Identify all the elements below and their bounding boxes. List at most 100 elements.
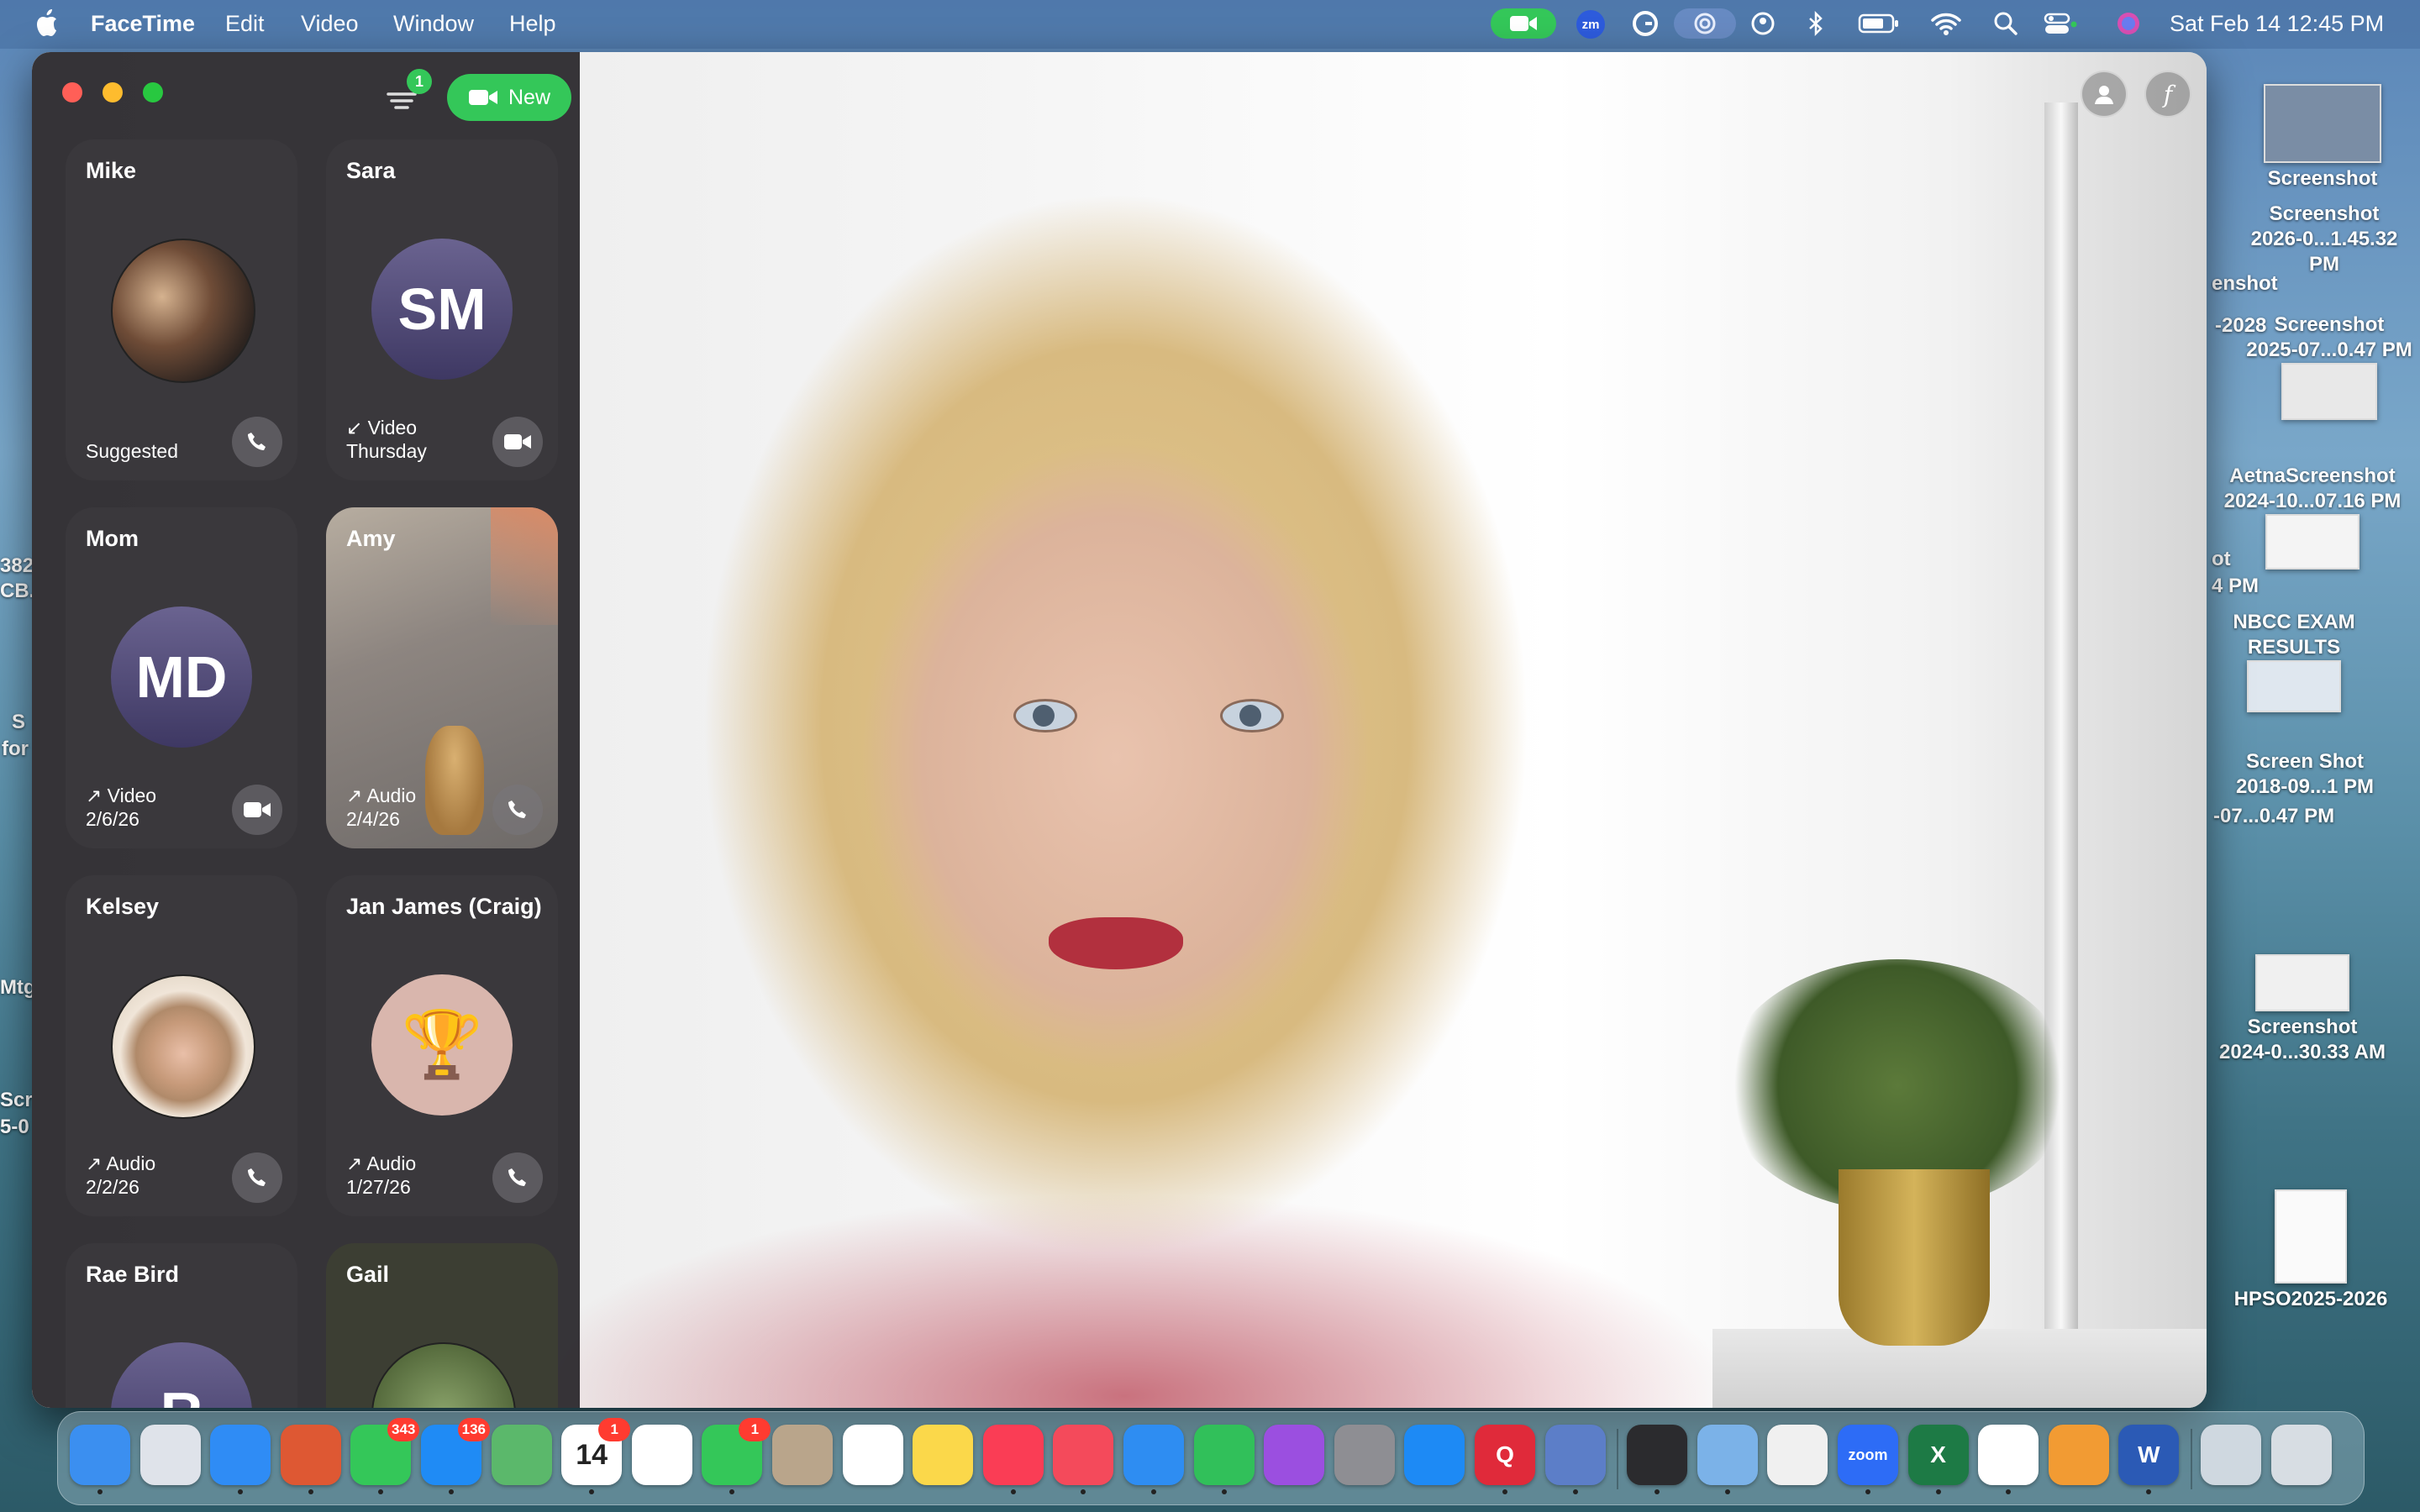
dock-system-settings-icon[interactable]: [1334, 1425, 1395, 1485]
zoom-window-button[interactable]: [143, 82, 163, 102]
dock-calendar-icon[interactable]: 14 1: [561, 1418, 631, 1485]
video-icon[interactable]: [232, 785, 282, 835]
dock-contacts-icon[interactable]: [772, 1425, 833, 1485]
file-thumbnail: [2264, 84, 2381, 163]
dock-finder-icon[interactable]: [70, 1425, 130, 1485]
control-center-icon[interactable]: [2044, 8, 2081, 39]
battery-icon[interactable]: [1857, 8, 1901, 39]
zoom-menu-icon[interactable]: zm: [1576, 10, 1605, 39]
video-icon[interactable]: [492, 417, 543, 467]
dock-preview-icon[interactable]: [1697, 1425, 1758, 1485]
dock-maps-icon[interactable]: [491, 1425, 552, 1485]
dock-photos-icon[interactable]: [631, 1425, 692, 1485]
contact-tile-rae-bird[interactable]: Rae Bird R: [66, 1243, 297, 1408]
dock-word-icon[interactable]: W: [2118, 1425, 2180, 1485]
dock-messages-icon[interactable]: 343: [350, 1418, 420, 1485]
dock-quicken-icon[interactable]: Q: [1475, 1425, 1535, 1485]
dock-reminders-icon[interactable]: [842, 1425, 903, 1485]
dock-icon-label: 14: [576, 1438, 608, 1471]
contact-tile-kelsey[interactable]: Kelsey ↗ Audio 2/2/26: [66, 875, 297, 1216]
file-name: NBCC EXAM: [2233, 611, 2355, 633]
contact-tile-sara[interactable]: Sara SM ↙ Video Thursday: [326, 139, 558, 480]
desktop-file[interactable]: Screenshot 2024-0...30.33 AM: [2202, 954, 2403, 1065]
close-window-button[interactable]: [62, 82, 82, 102]
desktop-edge-text: S: [12, 711, 26, 733]
effects-icon[interactable]: f: [2144, 71, 2191, 118]
notification-badge: 136: [457, 1418, 490, 1441]
desktop-file[interactable]: Screen Shot 2018-09...1 PM: [2208, 749, 2402, 800]
avatar-initials: MD: [111, 606, 252, 748]
phone-icon[interactable]: [492, 785, 543, 835]
contact-name: Amy: [346, 526, 396, 551]
siri-icon[interactable]: [2114, 8, 2143, 39]
menu-app-name[interactable]: FaceTime: [91, 11, 195, 37]
contact-tile-amy[interactable]: Amy ↗ Audio 2/4/26: [326, 507, 558, 848]
dock-safari-icon[interactable]: [210, 1425, 271, 1485]
desktop-file[interactable]: NBCC EXAM RESULTS: [2218, 610, 2370, 716]
dock-news-icon[interactable]: [1053, 1425, 1114, 1485]
file-name: Screenshot: [2267, 167, 2378, 190]
wifi-icon[interactable]: [1929, 8, 1963, 39]
contact-name: Rae Bird: [86, 1262, 180, 1287]
desktop-edge-text: Mtg: [0, 976, 36, 999]
dock-mail-icon[interactable]: 136: [421, 1418, 490, 1485]
plant-pot-background: [1839, 1169, 1990, 1346]
menu-edit[interactable]: Edit: [225, 11, 265, 37]
desktop-file[interactable]: AetnaScreenshot 2024-10...07.16 PM: [2213, 464, 2412, 573]
face-eye: [1013, 699, 1077, 732]
apple-menu-icon[interactable]: [34, 8, 59, 37]
dock-podcasts-icon[interactable]: [1264, 1425, 1325, 1485]
dock-keynote-icon[interactable]: [1123, 1425, 1184, 1485]
contact-tile-gail[interactable]: Gail: [326, 1243, 558, 1408]
dock-notes-icon[interactable]: [913, 1425, 974, 1485]
focus-icon[interactable]: [1674, 8, 1736, 39]
dock-downloads-icon[interactable]: [2201, 1425, 2261, 1485]
menu-help[interactable]: Help: [509, 11, 556, 37]
dock-music-icon[interactable]: [982, 1425, 1044, 1485]
phone-icon[interactable]: [232, 417, 282, 467]
dock-table-icon[interactable]: [1767, 1425, 1828, 1485]
running-indicator: [1502, 1489, 1507, 1494]
new-call-button[interactable]: New: [447, 74, 571, 121]
dock-launchpad-icon[interactable]: [139, 1425, 201, 1485]
dock-numbers-icon[interactable]: [1193, 1425, 1255, 1485]
desktop-file[interactable]: Screenshot: [2238, 84, 2407, 192]
running-indicator: [2006, 1489, 2012, 1494]
person-icon[interactable]: [2081, 71, 2128, 118]
grammarly-icon[interactable]: [1630, 8, 1660, 39]
running-indicator: [1724, 1489, 1730, 1494]
desktop-file[interactable]: HPSO2025-2026: [2218, 1189, 2403, 1312]
dock-separator: [1617, 1429, 1619, 1489]
user-account-icon[interactable]: [1748, 8, 1778, 39]
dock-duckduckgo-icon[interactable]: [280, 1425, 341, 1485]
dock-excel-icon[interactable]: X: [1907, 1425, 1969, 1485]
phone-icon[interactable]: [232, 1152, 282, 1203]
contact-tile-mom[interactable]: Mom MD ↗ Video 2/6/26: [66, 507, 297, 848]
dog-photo-background: [425, 726, 484, 835]
dock-iphone-mirroring-icon[interactable]: [1544, 1425, 1606, 1485]
bluetooth-icon[interactable]: [1803, 8, 1828, 39]
running-indicator: [1081, 1489, 1086, 1494]
file-name: Screen Shot: [2245, 750, 2365, 773]
call-date: 2/6/26: [86, 808, 139, 830]
menu-window[interactable]: Window: [393, 11, 474, 37]
desktop-edge-text: Scr: [0, 1089, 33, 1111]
dock-app-store-icon[interactable]: [1404, 1425, 1465, 1485]
phone-icon[interactable]: [492, 1152, 543, 1203]
dock-passwords-icon[interactable]: [1627, 1425, 1688, 1485]
call-date: 2/2/26: [86, 1176, 139, 1198]
contact-tile-jan-james[interactable]: Jan James (Craig) 🏆 ↗ Audio 1/27/26: [326, 875, 558, 1216]
dock-chrome-icon[interactable]: [1978, 1425, 2039, 1485]
facetime-active-indicator[interactable]: [1491, 8, 1556, 39]
minimize-window-button[interactable]: [103, 82, 123, 102]
dock-trash-icon[interactable]: [2270, 1425, 2332, 1485]
desktop-file[interactable]: Screenshot 2026-0...1.45.32 PM: [2235, 202, 2413, 277]
dock-zoom-icon[interactable]: zoom: [1838, 1425, 1898, 1485]
dock-pages-icon[interactable]: [2048, 1425, 2109, 1485]
menu-clock[interactable]: Sat Feb 14 12:45 PM: [2170, 11, 2384, 37]
menu-video[interactable]: Video: [301, 11, 359, 37]
contact-tile-mike[interactable]: Mike Suggested: [66, 139, 297, 480]
dock-facetime-icon[interactable]: 1: [702, 1418, 771, 1485]
spotlight-search-icon[interactable]: [1991, 8, 2020, 39]
call-type: ↗ Video: [86, 785, 157, 806]
